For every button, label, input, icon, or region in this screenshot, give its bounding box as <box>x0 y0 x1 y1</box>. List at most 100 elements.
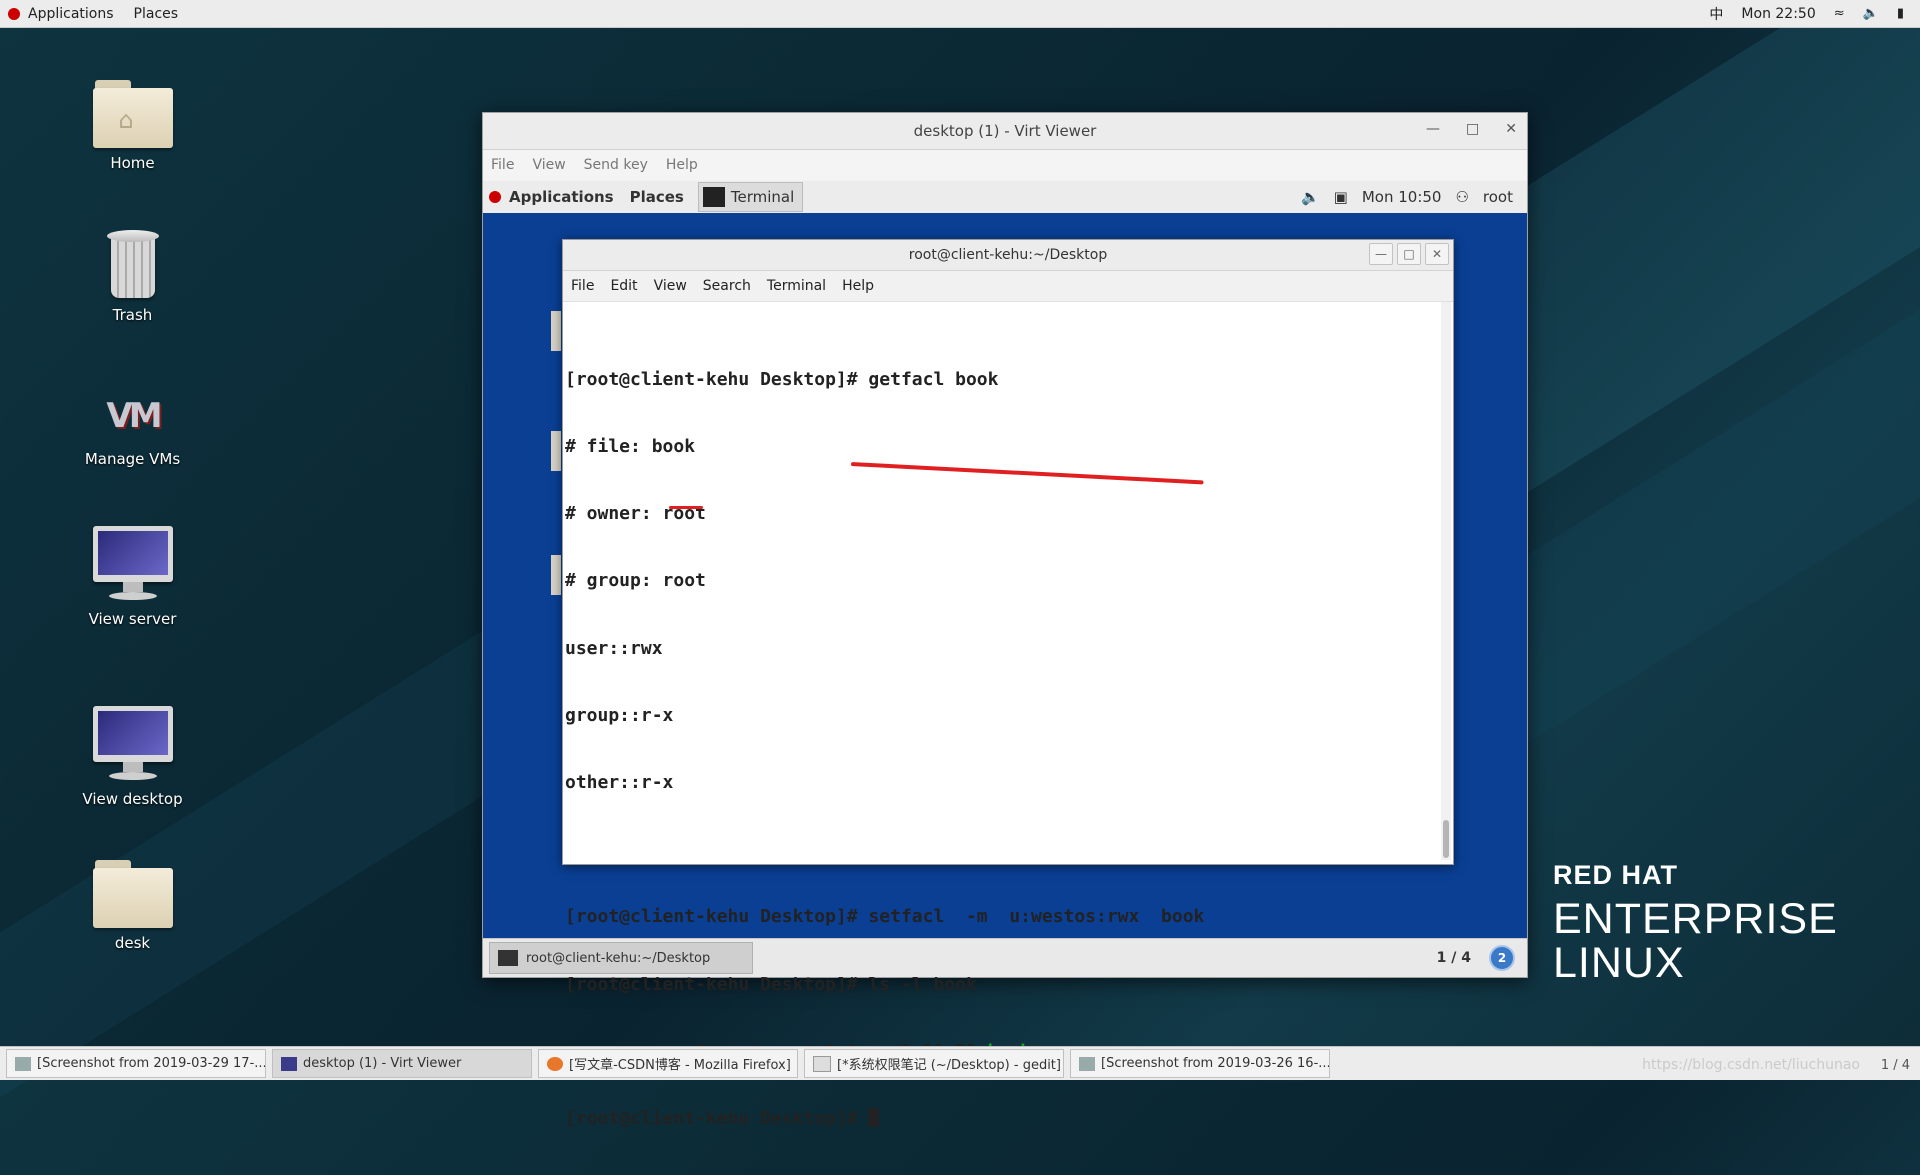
clock[interactable]: Mon 22:50 <box>1741 6 1815 22</box>
annotation-underline <box>669 506 703 509</box>
terminal-titlebar[interactable]: root@client-kehu:~/Desktop — □ ✕ <box>563 240 1453 271</box>
guest-desktop-icon-partial <box>551 431 561 471</box>
term-menu-file[interactable]: File <box>571 278 594 294</box>
brand-line: RED HAT <box>1553 860 1678 890</box>
desktop-icon-desk[interactable]: desk <box>70 856 195 952</box>
minimize-icon[interactable]: — <box>1369 243 1393 265</box>
guest-taskbar: root@client-kehu:~/Desktop 1 / 4 2 <box>483 938 1527 977</box>
desktop-icon-label: View server <box>88 610 177 628</box>
input-method-indicator[interactable]: 中 <box>1709 4 1723 24</box>
host-task-label: [Screenshot from 2019-03-29 17-... <box>37 1056 266 1071</box>
redhat-branding: RED HAT ENTERPRISE LINUX <box>1553 860 1838 985</box>
minimize-icon[interactable]: — <box>1426 121 1440 137</box>
guest-top-panel: Applications Places Terminal 🔈 ▣ Mon 10:… <box>483 181 1527 213</box>
terminal-line: user::rwx <box>565 637 663 659</box>
host-top-panel: Applications Places 中 Mon 22:50 ≈ 🔈 ▮ <box>0 0 1920 28</box>
monitor-icon <box>92 526 173 604</box>
menu-file[interactable]: File <box>491 157 514 173</box>
applications-label: Applications <box>28 5 114 22</box>
desktop-icon-manage-vms[interactable]: VM Manage VMs <box>70 386 195 468</box>
terminal-output[interactable]: [root@client-kehu Desktop]# getfacl book… <box>563 302 1439 1129</box>
close-icon[interactable]: ✕ <box>1425 243 1449 265</box>
text-editor-icon <box>813 1055 831 1072</box>
desktop-icon-view-server[interactable]: View server <box>70 526 195 628</box>
brand-line: LINUX <box>1553 939 1685 987</box>
display-icon[interactable]: ▣ <box>1334 188 1348 206</box>
guest-workspace-pager[interactable]: 1 / 4 <box>1437 950 1471 966</box>
terminal-prompt: [root@client-kehu Desktop]# <box>565 1108 869 1130</box>
volume-icon[interactable]: 🔈 <box>1301 188 1320 206</box>
redhat-logo-icon <box>489 191 501 203</box>
host-task-label: [写文章-CSDN博客 - Mozilla Firefox] <box>569 1058 791 1073</box>
menubar: File View Send key Help <box>483 150 1527 180</box>
menu-send-key[interactable]: Send key <box>584 157 648 173</box>
desktop-icon-view-desktop[interactable]: View desktop <box>70 706 195 808</box>
guest-desktop-icon-partial <box>551 311 561 351</box>
desktop-icon-trash[interactable]: Trash <box>70 226 195 324</box>
places-menu[interactable]: Places <box>134 6 179 22</box>
terminal-prompt-line: [root@client-kehu Desktop]# <box>565 1108 1439 1130</box>
term-menu-help[interactable]: Help <box>842 278 874 294</box>
close-icon[interactable]: ✕ <box>1505 121 1517 137</box>
host-task-gedit[interactable]: [*系统权限笔记 (~/Desktop) - gedit] <box>804 1049 1064 1078</box>
terminal-menubar: File Edit View Search Terminal Help <box>563 271 1453 302</box>
home-folder-icon: ⌂ <box>91 76 175 148</box>
notification-badge[interactable]: 2 <box>1489 945 1515 971</box>
watermark: https://blog.csdn.net/liuchunao <box>1642 1057 1860 1073</box>
guest-clock[interactable]: Mon 10:50 <box>1362 188 1442 206</box>
terminal-scrollbar[interactable] <box>1441 302 1451 860</box>
window-titlebar[interactable]: desktop (1) - Virt Viewer — □ ✕ <box>483 113 1527 150</box>
brand-line: ENTERPRISE <box>1553 895 1838 943</box>
menu-view[interactable]: View <box>532 157 565 173</box>
screenshot-icon <box>1079 1056 1095 1071</box>
maximize-icon[interactable]: □ <box>1466 121 1479 137</box>
applications-menu[interactable]: Applications <box>8 6 114 22</box>
term-menu-edit[interactable]: Edit <box>610 278 637 294</box>
volume-icon[interactable]: 🔈 <box>1863 6 1879 21</box>
guest-task-label: root@client-kehu:~/Desktop <box>526 950 711 966</box>
guest-display[interactable]: Applications Places Terminal 🔈 ▣ Mon 10:… <box>483 181 1527 1129</box>
firefox-icon <box>547 1056 563 1071</box>
terminal-line: [root@client-kehu Desktop]# getfacl book <box>565 368 999 390</box>
term-menu-view[interactable]: View <box>654 278 687 294</box>
terminal-icon <box>702 187 725 207</box>
monitor-icon <box>92 706 173 784</box>
virt-viewer-window: desktop (1) - Virt Viewer — □ ✕ File Vie… <box>482 112 1528 1129</box>
desktop-icon-home[interactable]: ⌂ Home <box>70 76 195 172</box>
host-task-screenshot[interactable]: [Screenshot from 2019-03-29 17-... <box>6 1049 266 1078</box>
desktop-icon-label: Home <box>110 154 155 172</box>
redhat-logo-icon <box>8 7 20 20</box>
desktop-icon-label: Manage VMs <box>84 450 181 468</box>
maximize-icon[interactable]: □ <box>1397 243 1421 265</box>
terminal-cursor <box>868 1108 880 1128</box>
wifi-icon[interactable]: ≈ <box>1834 6 1845 21</box>
terminal-line: # file: book <box>565 436 696 458</box>
term-menu-terminal[interactable]: Terminal <box>767 278 826 294</box>
host-workspace-pager[interactable]: 1 / 4 <box>1881 1058 1910 1073</box>
scrollbar-thumb[interactable] <box>1443 820 1449 858</box>
guest-applications-label: Applications <box>509 188 614 206</box>
guest-user-menu[interactable]: root <box>1483 188 1513 206</box>
host-task-firefox[interactable]: [写文章-CSDN博客 - Mozilla Firefox] <box>538 1049 798 1078</box>
terminal-line: other::r-x <box>565 772 674 794</box>
host-task-virt-viewer[interactable]: desktop (1) - Virt Viewer <box>272 1049 532 1078</box>
guest-applications-menu[interactable]: Applications <box>489 188 614 206</box>
terminal-line: [root@client-kehu Desktop]# setfacl -m u… <box>565 906 1205 928</box>
monitor-icon <box>281 1056 297 1071</box>
guest-terminal-launcher[interactable]: Terminal <box>697 182 804 212</box>
term-menu-search[interactable]: Search <box>703 278 751 294</box>
user-icon: ⚇ <box>1455 188 1469 206</box>
host-task-screenshot-2[interactable]: [Screenshot from 2019-03-26 16-... <box>1070 1049 1330 1078</box>
terminal-line: group::r-x <box>565 704 674 726</box>
battery-icon[interactable]: ▮ <box>1897 6 1904 21</box>
trash-icon <box>105 226 161 300</box>
host-task-label: [Screenshot from 2019-03-26 16-... <box>1101 1056 1330 1071</box>
folder-icon <box>91 856 175 928</box>
host-taskbar: [Screenshot from 2019-03-29 17-... deskt… <box>0 1046 1920 1080</box>
guest-terminal-label: Terminal <box>730 188 795 206</box>
guest-places-menu[interactable]: Places <box>630 188 684 206</box>
guest-task-terminal[interactable]: root@client-kehu:~/Desktop <box>489 942 753 974</box>
terminal-icon <box>498 950 518 966</box>
menu-help[interactable]: Help <box>666 157 698 173</box>
